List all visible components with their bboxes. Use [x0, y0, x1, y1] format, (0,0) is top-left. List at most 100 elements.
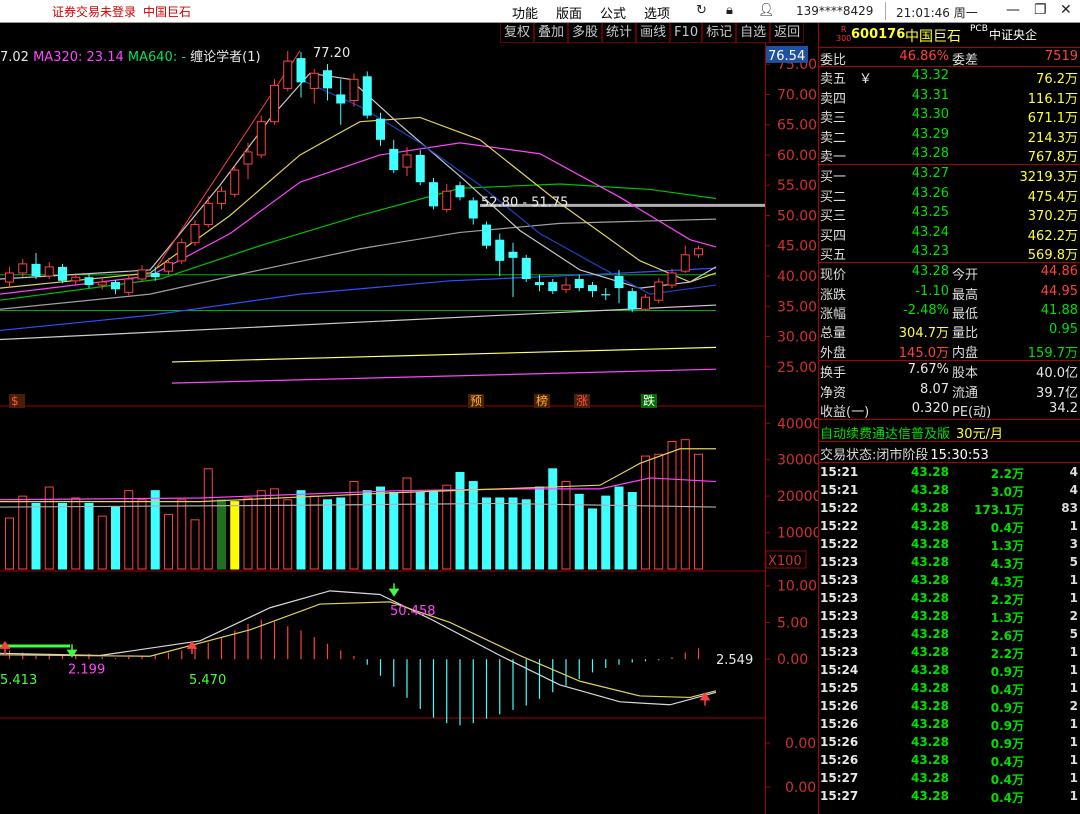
tick-volume: 1.3万	[990, 539, 1024, 554]
chart-canvas[interactable]: 75.0070.0065.0060.0055.0050.0045.0040.00…	[0, 43, 818, 814]
menu-function[interactable]: 功能	[512, 3, 538, 22]
ask-levels: 卖五 ￥ 43.32 76.2万 卖四 43.31 116.1万 卖三 43.30 671.1万卖…	[819, 67, 1080, 166]
restore-icon[interactable]: ❐	[1034, 2, 1047, 18]
ask-label: 卖一	[820, 149, 847, 165]
candle-body	[71, 276, 81, 282]
login-status[interactable]: 证券交易未登录	[52, 3, 136, 20]
tool-multi-stock-button[interactable]: 多股	[568, 23, 603, 43]
candle-body	[455, 185, 465, 198]
macd-axis-label: 5.00	[777, 615, 808, 631]
tool-draw-line-button[interactable]: 画线	[636, 23, 671, 43]
candle-body	[84, 277, 94, 286]
tick-count: 1	[1069, 753, 1078, 768]
candle-body	[5, 272, 14, 283]
menu-formula[interactable]: 公式	[600, 3, 626, 22]
tool-watchlist-button[interactable]: 自选	[736, 23, 771, 43]
menu-layout[interactable]: 版面	[556, 3, 582, 22]
stat-label: 涨跌	[820, 287, 847, 303]
minimize-icon[interactable]: —	[1006, 2, 1020, 18]
volume-bar	[627, 492, 637, 570]
tick-list[interactable]: 15:21 43.28 2.2万 4 15:21 43.28 3.0万 4 15:22 43.28…	[819, 463, 1080, 805]
promo-price[interactable]: 30元/月	[956, 427, 1003, 442]
macd-axis-label: 0.00	[777, 652, 808, 668]
refresh-icon[interactable]: ↻	[696, 3, 707, 18]
tick-time: 15:23	[820, 573, 859, 588]
volume-bar	[270, 488, 279, 570]
fund-row: 换手 7.67% 股本 40.0亿	[819, 361, 1080, 382]
candle-body	[349, 78, 359, 101]
candle-body	[190, 224, 200, 244]
candle-body	[495, 239, 505, 261]
fund-row: 净资 8.07 流通 39.7亿	[819, 381, 1080, 401]
tool-mark-button[interactable]: 标记	[702, 23, 737, 43]
tick-row: 15:21 43.28 3.0万 4	[819, 481, 1080, 499]
kline-chart[interactable]: 75.00 70.00 65.00 60.00 55.00 50.00 45.00 40.00…	[0, 43, 818, 814]
tool-fuquan-button[interactable]: 复权	[500, 23, 535, 43]
volume-bar	[309, 495, 319, 570]
tick-time: 15:21	[820, 483, 859, 498]
tool-back-button[interactable]: 返回	[770, 23, 805, 43]
close-icon[interactable]: ✕	[1060, 2, 1072, 18]
tool-overlay-button[interactable]: 叠加	[534, 23, 569, 43]
tick-price: 43.28	[911, 753, 949, 768]
tick-volume: 3.0万	[990, 485, 1024, 500]
stock-name: 中国巨石	[905, 29, 961, 45]
tick-time: 15:26	[820, 753, 859, 768]
price-axis-label: 65.00	[777, 118, 817, 134]
promo-banner[interactable]: 自动续费通达信普及版 30元/月	[819, 420, 1080, 443]
tick-row: 15:27 43.28 0.4万 1	[819, 769, 1080, 787]
candle-body	[150, 272, 160, 278]
promo-text[interactable]: 自动续费通达信普及版	[820, 427, 950, 442]
tick-volume: 2.2万	[990, 467, 1024, 482]
trade-status-time: 15:30:53	[930, 448, 989, 464]
volume-bar	[58, 502, 67, 570]
price-axis-label: 35.00	[777, 299, 817, 315]
candle-body	[415, 154, 425, 183]
tool-stats-button[interactable]: 统计	[602, 23, 637, 43]
user-icon[interactable]: 👤︎	[758, 3, 775, 18]
divider	[885, 2, 886, 20]
volume-bar	[256, 490, 266, 570]
yuan-mark: ￥	[859, 72, 873, 88]
fund-label: PE(动)	[952, 405, 992, 421]
tick-time: 15:26	[820, 699, 859, 714]
tick-time: 15:23	[820, 609, 859, 624]
lock-icon[interactable]: 🔒︎	[726, 3, 733, 18]
price-axis-label: 50.00	[777, 208, 817, 224]
candle-body	[323, 70, 332, 89]
tick-time: 15:22	[820, 537, 859, 552]
tick-row: 15:22 43.28 173.1万 83	[819, 499, 1080, 517]
fund-value: 40.0亿	[1036, 366, 1078, 382]
tick-count: 1	[1069, 591, 1078, 606]
stat-label: 涨幅	[820, 307, 847, 323]
tick-price: 43.28	[911, 717, 949, 732]
candle-body	[429, 182, 438, 207]
macd-label: 5.413	[0, 673, 37, 688]
volume-bar	[177, 499, 187, 570]
volume-bar	[521, 499, 531, 570]
r-badge-letter: R	[840, 25, 847, 34]
price-axis-label: 30.00	[777, 330, 817, 346]
tool-f10-button[interactable]: F10	[670, 23, 703, 43]
ask-volume: 767.8万	[1027, 149, 1078, 165]
menu-options[interactable]: 选项	[644, 3, 670, 22]
bid-price: 43.23	[911, 243, 949, 259]
candle-body	[548, 282, 558, 292]
macd-dea	[0, 601, 717, 699]
bid-row: 买五 43.23 569.8万	[819, 243, 1080, 263]
ask-price: 43.29	[911, 126, 949, 142]
volume-bar	[694, 453, 703, 570]
tick-count: 83	[1061, 501, 1078, 516]
tick-row: 15:26 43.28 0.4万 1	[819, 751, 1080, 769]
candle-body	[667, 272, 677, 286]
account-id: 139****8429	[796, 4, 874, 18]
stat-row: 总量 304.7万 量比 0.95	[819, 321, 1080, 341]
stat-value: 145.0万	[898, 345, 949, 361]
tick-time: 15:24	[820, 663, 859, 678]
fund-label: 收益(一)	[820, 405, 870, 421]
candle-body	[614, 275, 624, 289]
ask-row: 卖二 43.29 214.3万	[819, 126, 1080, 146]
volume-bar	[5, 517, 14, 570]
volume-bar	[429, 490, 438, 570]
volume-axis-label: 40000	[777, 416, 818, 432]
